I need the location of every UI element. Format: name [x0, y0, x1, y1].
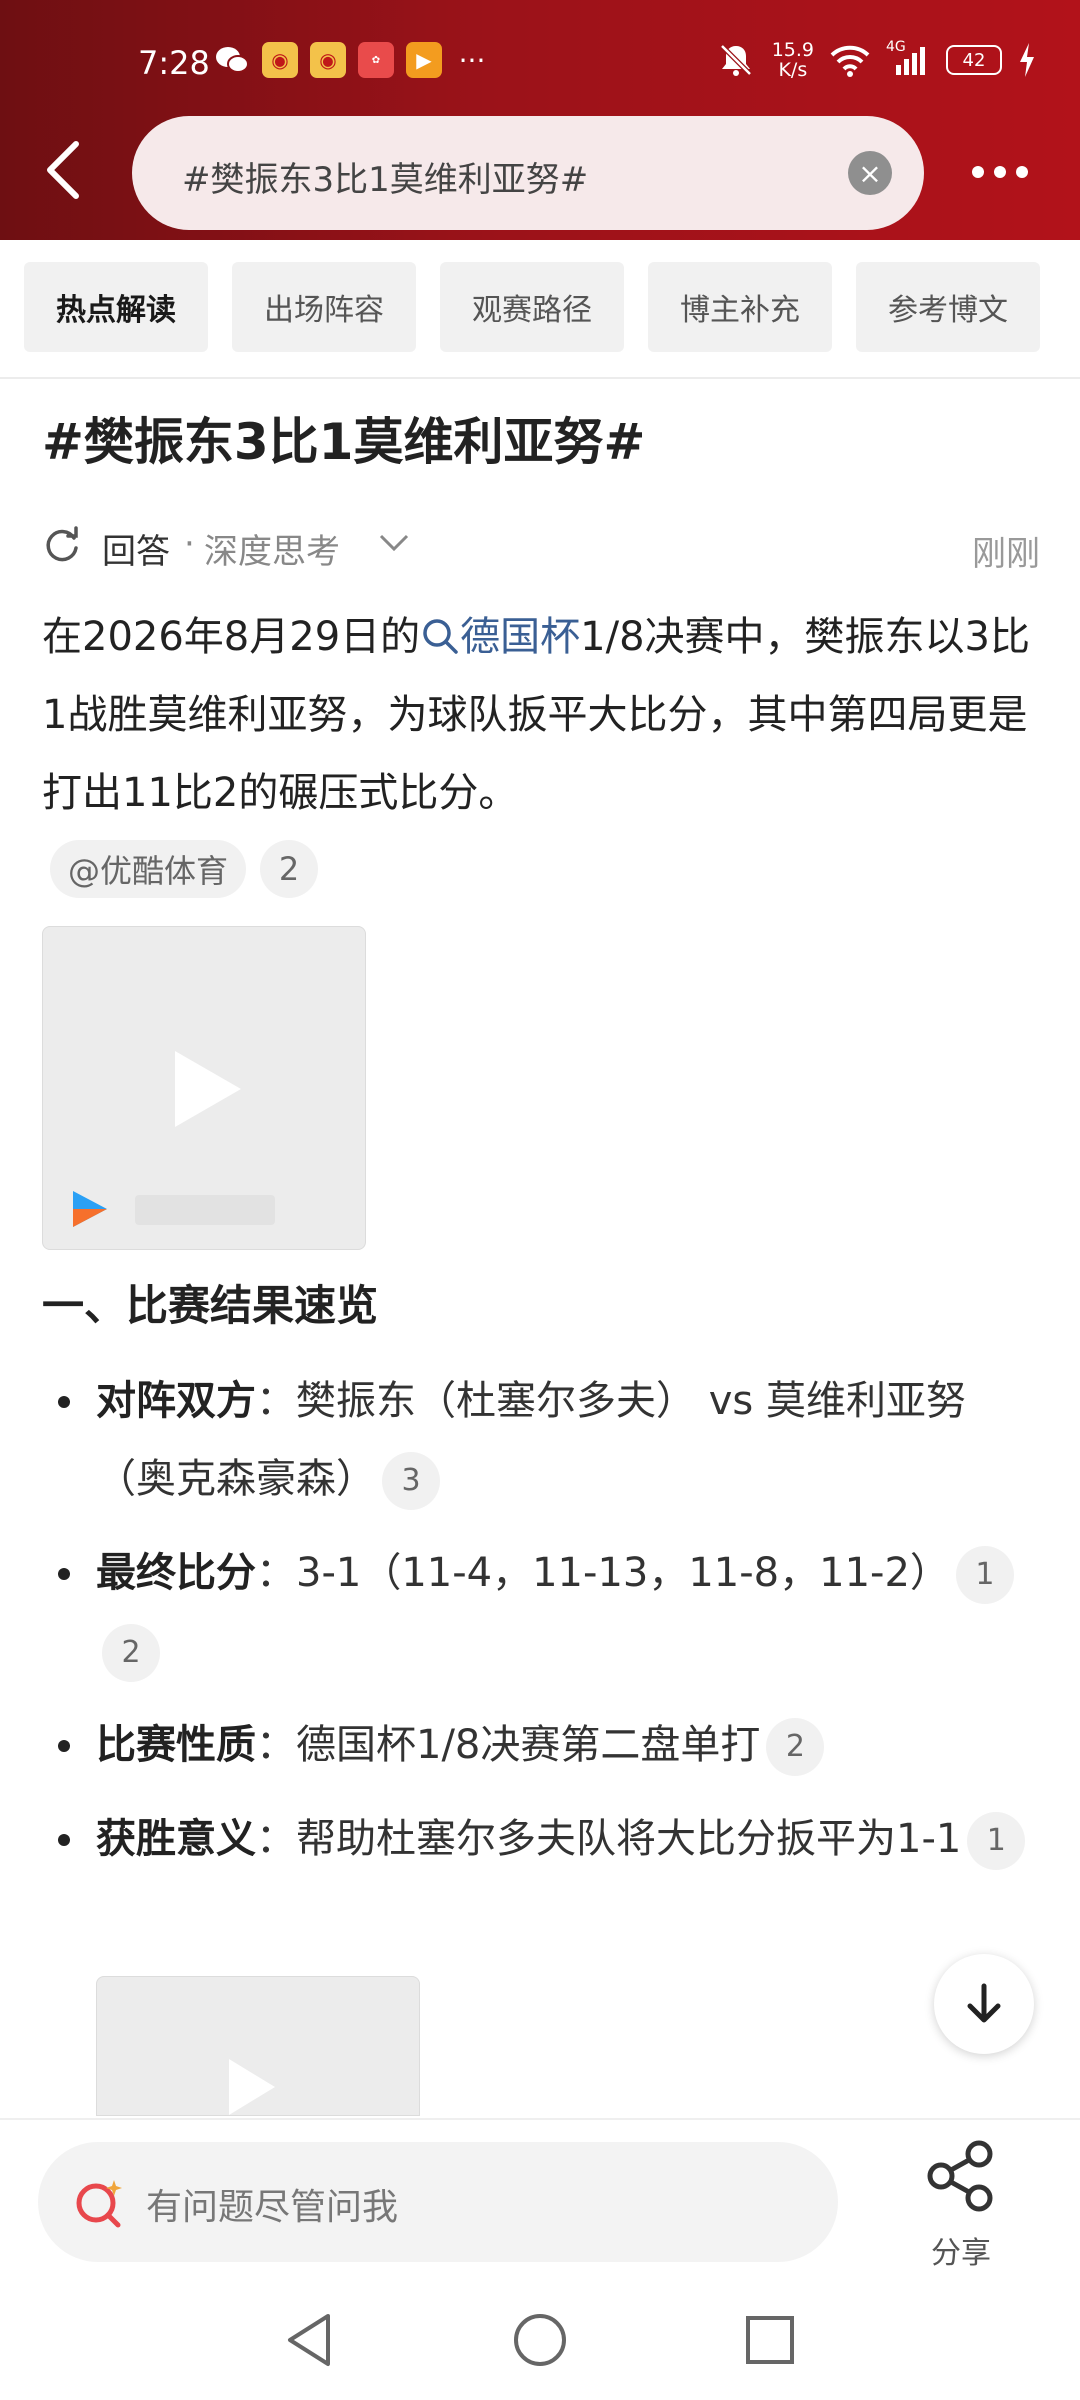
tab-hot-interpretation[interactable]: 热点解读	[24, 262, 208, 352]
tab-viewing-path[interactable]: 观赛路径	[440, 262, 624, 352]
signal-icon: 4G	[886, 39, 930, 77]
list-item: 获胜意义：帮助杜塞尔多夫队将大比分扳平为1-1 1	[56, 1800, 1026, 1878]
video-thumbnail[interactable]	[42, 926, 366, 1250]
nav-back-icon[interactable]	[282, 2310, 338, 2370]
share-button[interactable]: 分享	[906, 2136, 1016, 2276]
answer-label: 回答	[102, 532, 170, 572]
deep-thinking-toggle[interactable]: 深度思考	[204, 524, 340, 573]
section-title: 一、比赛结果速览	[42, 1281, 379, 1330]
topic-tabs: 热点解读 出场阵容 观赛路径 博主补充 参考博文	[24, 262, 1040, 352]
status-bar: 7:28 ◉ ◉ ✿ ▶ ··· 15.9 K/s 4G 42	[0, 0, 1080, 110]
search-icon	[423, 619, 458, 654]
source-chips: @优酷体育 2	[50, 840, 319, 898]
citation-badge[interactable]: 2	[102, 1624, 160, 1682]
scroll-down-button[interactable]	[934, 1954, 1034, 2054]
source-chip[interactable]: @优酷体育	[50, 840, 247, 898]
result-list: 对阵双方：樊振东（杜塞尔多夫） vs 莫维利亚努（奥克森豪森） 3 最终比分：3-…	[56, 1362, 1026, 1894]
back-button[interactable]	[40, 140, 90, 200]
answer-time: 刚刚	[972, 534, 1040, 574]
list-item: 对阵双方：樊振东（杜塞尔多夫） vs 莫维利亚努（奥克森豪森） 3	[56, 1362, 1026, 1518]
list-item: 比赛性质：德国杯1/8决赛第二盘单打 2	[56, 1706, 1026, 1784]
answer-meta: 回答 · 深度思考 刚刚	[42, 520, 1040, 574]
weibo-icon: ◉	[262, 42, 298, 78]
video-thumbnail[interactable]	[96, 1976, 420, 2116]
ask-input[interactable]: 有问题尽管问我	[38, 2142, 838, 2262]
nav-home-icon[interactable]	[510, 2310, 570, 2370]
refresh-icon	[46, 526, 78, 562]
play-icon	[229, 2059, 275, 2115]
search-link[interactable]: 德国杯	[420, 614, 580, 660]
back-arrow-icon	[47, 141, 79, 199]
mute-icon	[719, 44, 752, 76]
app-icon: ▶	[406, 42, 442, 78]
answer-paragraph: 在2026年8月29日的 德国杯1/8决赛中，樊振东以3比1战胜莫维利亚努，为球队…	[42, 614, 1030, 816]
net-speed: 15.9 K/s	[771, 39, 814, 81]
tab-blogger-supplement[interactable]: 博主补充	[648, 262, 832, 352]
close-icon: ×	[858, 156, 882, 190]
weibo-icon: ◉	[310, 42, 346, 78]
wifi-icon	[830, 45, 870, 77]
citation-badge[interactable]: 3	[382, 1452, 440, 1510]
system-nav-bar	[0, 2290, 1080, 2400]
clear-search-button[interactable]: ×	[848, 151, 892, 195]
tab-reference-posts[interactable]: 参考博文	[856, 262, 1040, 352]
search-input[interactable]: #樊振东3比1莫维利亚努# ×	[132, 116, 924, 230]
citation-badge[interactable]: 2	[766, 1718, 825, 1776]
status-right: 15.9 K/s 4G 42	[716, 39, 1036, 81]
status-time: 7:28	[138, 44, 210, 82]
video-caption-placeholder	[135, 1195, 275, 1225]
wechat-icon	[214, 42, 250, 78]
citation-badge[interactable]: 2	[260, 840, 319, 898]
share-icon	[927, 2140, 993, 2212]
citation-badge[interactable]: 1	[967, 1812, 1026, 1870]
huawei-icon: ✿	[358, 42, 394, 78]
tab-lineup[interactable]: 出场阵容	[232, 262, 416, 352]
arrow-down-icon	[967, 1983, 1001, 2023]
header: 7:28 ◉ ◉ ✿ ▶ ··· 15.9 K/s 4G 42 #樊振东3比1莫…	[0, 0, 1080, 240]
share-label: 分享	[931, 2236, 991, 2271]
play-icon	[175, 1051, 241, 1127]
charging-icon	[1020, 43, 1034, 77]
chevron-down-icon[interactable]	[378, 532, 410, 554]
battery-icon: 42	[946, 45, 1002, 75]
more-notifications-icon: ···	[458, 43, 486, 77]
search-query: #樊振东3比1莫维利亚努#	[182, 160, 589, 200]
page-title: #樊振东3比1莫维利亚努#	[42, 413, 646, 471]
mode-separator: ·	[184, 524, 195, 564]
notification-icons: ◉ ◉ ✿ ▶ ···	[214, 42, 490, 78]
list-item: 最终比分：3-1（11-4，11-13，11-8，11-2） 12	[56, 1534, 1026, 1690]
nav-recents-icon[interactable]	[742, 2310, 798, 2370]
citation-badge[interactable]: 1	[955, 1546, 1014, 1604]
more-menu-button[interactable]	[960, 150, 1040, 194]
divider	[0, 377, 1080, 379]
ask-placeholder: 有问题尽管问我	[146, 2187, 399, 2228]
youku-logo-icon	[73, 1191, 107, 1227]
ai-search-icon	[76, 2180, 122, 2228]
